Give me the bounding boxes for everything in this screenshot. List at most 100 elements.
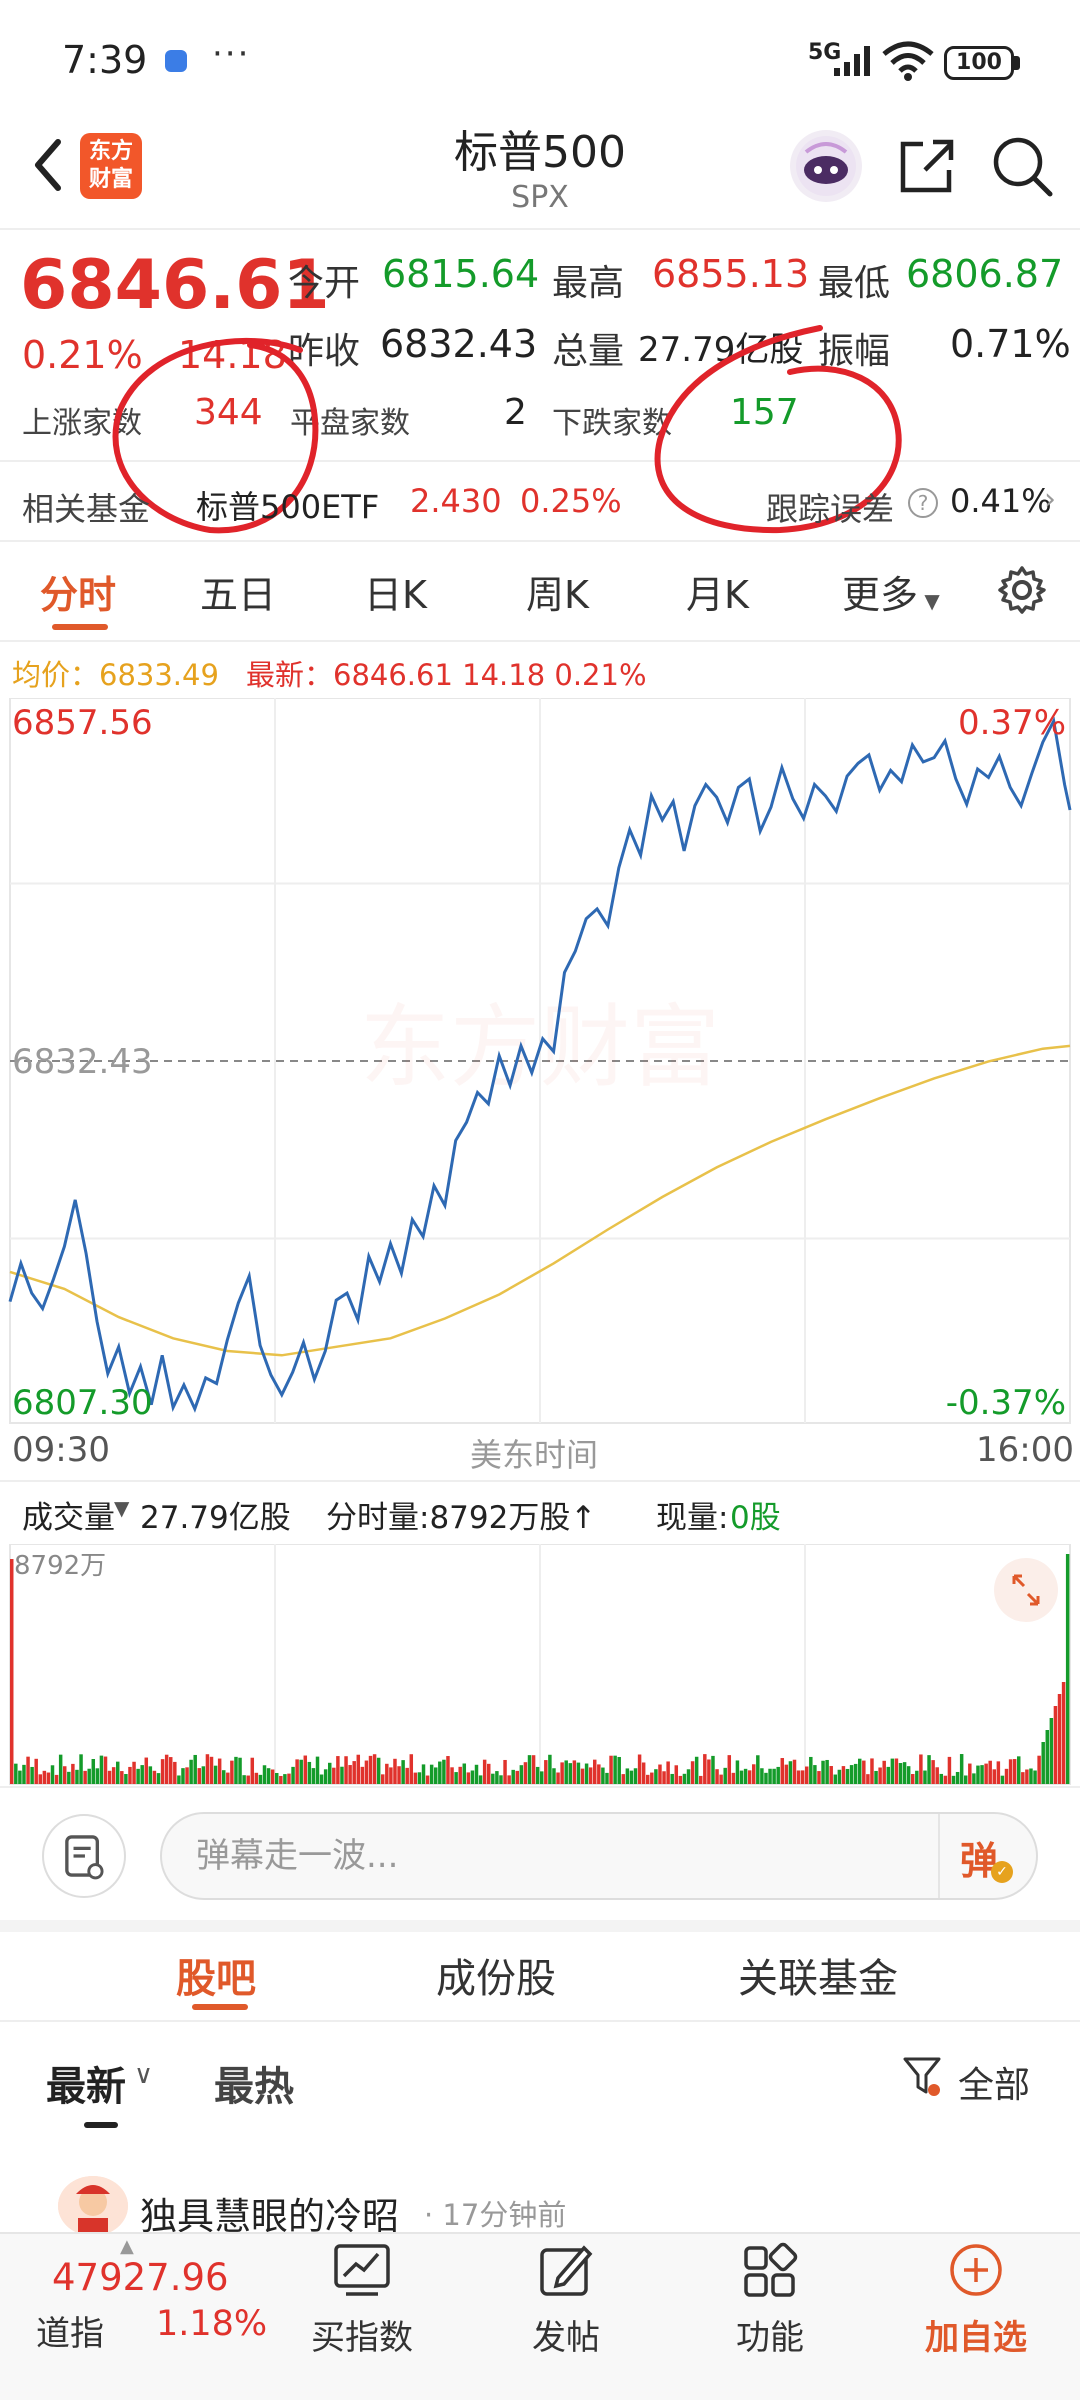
volume-bar	[972, 1773, 976, 1784]
settings-gear-icon[interactable]	[996, 564, 1048, 616]
related-fund-name[interactable]: 标普500ETF	[196, 482, 379, 528]
volume-bar	[438, 1761, 442, 1784]
search-button[interactable]	[990, 134, 1054, 198]
dow-index-value[interactable]: 47927.96	[52, 2256, 229, 2299]
amplitude-label: 振幅	[818, 331, 891, 372]
volume-bar	[849, 1765, 854, 1784]
chevron-down-icon[interactable]: ∨	[134, 2060, 153, 2090]
dow-index-change[interactable]: 1.18%	[156, 2304, 267, 2344]
filter-latest[interactable]: 最新	[46, 2054, 126, 2112]
caret-up-icon[interactable]: ▲	[120, 2236, 134, 2257]
share-button[interactable]	[895, 134, 959, 198]
volume-bar	[821, 1760, 825, 1784]
volume-type-selector[interactable]: 成交量	[22, 1492, 115, 1537]
volume-bar	[405, 1767, 409, 1784]
nav-functions-label: 功能	[736, 2318, 804, 2358]
volume-bar	[160, 1759, 165, 1784]
volume-bar	[95, 1768, 100, 1784]
intraday-price-chart[interactable]: 东方财富 6857.56 6832.43 6807.30 0.37% -0.37…	[0, 698, 1080, 1428]
tab-stock-forum[interactable]: 股吧	[176, 1946, 256, 2004]
volume-max-label: 8792万	[14, 1551, 106, 1581]
tracking-error-label: 跟踪误差	[766, 490, 895, 528]
expand-icon[interactable]	[994, 1558, 1058, 1622]
volume-bar	[116, 1761, 120, 1784]
volume-bar	[523, 1762, 528, 1784]
volume-bar	[747, 1770, 752, 1784]
filter-hot[interactable]: 最热	[214, 2054, 294, 2112]
tab-monthly-k[interactable]: 月K	[686, 564, 749, 619]
volume-bar	[727, 1755, 732, 1784]
volume-bar	[209, 1756, 214, 1784]
volume-bar	[784, 1764, 789, 1784]
volume-bar	[976, 1765, 980, 1784]
volume-bar	[30, 1766, 34, 1784]
chevron-right-icon[interactable]: ›	[1044, 482, 1056, 517]
volume-bar	[242, 1775, 246, 1784]
back-button[interactable]	[18, 130, 88, 200]
document-settings-icon[interactable]	[42, 1814, 126, 1898]
tab-intraday[interactable]: 分时	[40, 564, 116, 619]
tab-daily-k[interactable]: 日K	[364, 564, 427, 619]
divider	[0, 2020, 1080, 2022]
volume-bar	[474, 1764, 479, 1784]
caret-down-icon[interactable]: ▼	[114, 1496, 129, 1520]
volume-bar	[389, 1767, 393, 1784]
volume-bar	[1021, 1772, 1025, 1784]
tab-five-day[interactable]: 五日	[200, 564, 276, 619]
volume-bar	[743, 1768, 748, 1784]
status-more-icon: ···	[212, 34, 251, 74]
help-icon[interactable]: ?	[908, 488, 938, 518]
volume-bar	[1033, 1770, 1037, 1784]
volume-bar	[487, 1763, 491, 1784]
volume-bar	[323, 1769, 328, 1784]
down-count-label: 下跌家数	[552, 406, 672, 441]
volume-bar	[825, 1759, 829, 1784]
volume-bar	[544, 1760, 548, 1784]
tab-more-label: 更多	[842, 573, 919, 617]
wifi-icon	[882, 41, 934, 81]
dow-index-name[interactable]: 道指	[36, 2306, 104, 2355]
tab-related-funds[interactable]: 关联基金	[738, 1946, 898, 2004]
volume-bar	[372, 1754, 377, 1784]
nav-buy-index[interactable]: 买指数	[282, 2240, 442, 2390]
volume-bar	[213, 1765, 218, 1784]
current-volume-value: 0股	[730, 1500, 781, 1536]
volume-bar	[686, 1769, 691, 1784]
volume-bar	[250, 1757, 255, 1784]
volume-bar	[874, 1770, 878, 1784]
volume-bar	[132, 1761, 136, 1784]
volume-bar	[637, 1754, 642, 1784]
tab-constituents[interactable]: 成份股	[436, 1946, 556, 2004]
volume-bar	[173, 1761, 177, 1784]
filter-all[interactable]: 全部	[958, 2056, 1030, 2108]
volume-bar	[666, 1761, 670, 1784]
current-volume-label: 现量:	[656, 1500, 729, 1536]
volume-total: 27.79亿股	[140, 1500, 291, 1536]
volume-bar	[58, 1754, 63, 1784]
volume-bar	[788, 1761, 793, 1784]
filter-icon[interactable]	[902, 2054, 942, 2098]
tab-more[interactable]: 更多 ▼	[842, 564, 940, 619]
volume-bar	[511, 1769, 515, 1784]
divider	[0, 1480, 1080, 1482]
volume-bar	[560, 1762, 564, 1784]
danmaku-input[interactable]: 弹幕走一波...	[160, 1812, 1038, 1900]
volume-bar	[911, 1774, 915, 1784]
user-avatar[interactable]	[58, 2176, 128, 2236]
tab-weekly-k[interactable]: 周K	[526, 564, 589, 619]
nav-post[interactable]: 发帖	[486, 2240, 646, 2390]
volume-bar	[462, 1763, 467, 1784]
related-fund-price: 2.430	[410, 482, 502, 520]
volume-bar	[238, 1757, 242, 1784]
volume-bar	[50, 1765, 55, 1784]
volume-bar	[185, 1767, 189, 1784]
nav-functions[interactable]: 功能	[690, 2240, 850, 2390]
volume-bar	[752, 1764, 756, 1784]
ai-assistant-icon[interactable]	[790, 130, 862, 202]
amplitude-value: 0.71%	[950, 322, 1071, 366]
volume-bar	[128, 1766, 132, 1784]
volume-bar	[63, 1766, 67, 1784]
nav-add-watchlist[interactable]: 加自选	[896, 2240, 1056, 2390]
volume-bar	[1065, 1554, 1070, 1784]
volume-bar	[1057, 1694, 1062, 1784]
